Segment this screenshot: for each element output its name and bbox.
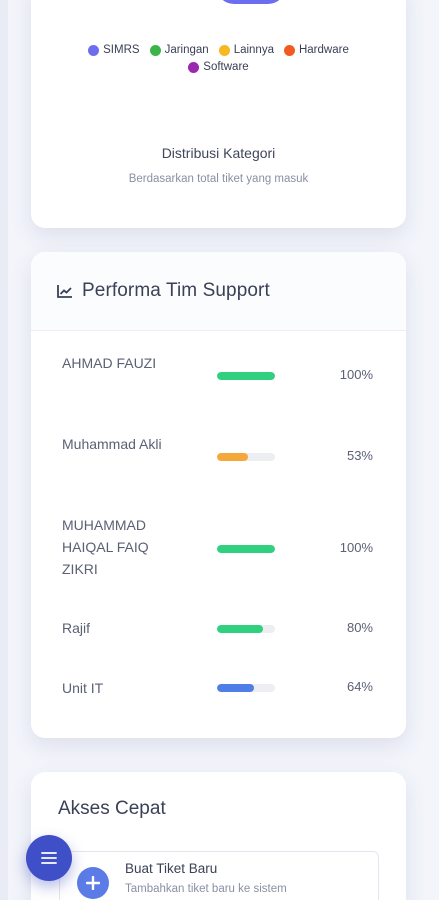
percent-value: 80%: [346, 620, 373, 635]
legend-dot: [88, 44, 100, 56]
percent-value: 64%: [346, 679, 373, 694]
legend-dot: [218, 44, 230, 56]
line-chart-icon: [57, 285, 72, 298]
legend-label: Hardware: [298, 44, 349, 56]
legend-item-software[interactable]: Software: [188, 61, 249, 73]
chart-subtitle: Berdasarkan total tiket yang masuk: [128, 173, 309, 185]
team-performance-card: Performa Tim Support AHMAD FAUZI 100% Mu…: [31, 252, 406, 738]
dashboard-page: SIMRS Jaringan Lainnya Hardware Software…: [0, 0, 439, 900]
card-title: Performa Tim Support: [82, 280, 270, 301]
menu-fab-button[interactable]: [26, 835, 72, 881]
progress-bar: [217, 625, 275, 633]
legend-item-jaringan[interactable]: Jaringan: [149, 44, 209, 56]
left-edge-strip: [0, 0, 8, 900]
progress-bar: [217, 453, 275, 461]
legend-dot: [283, 44, 295, 56]
category-distribution-card: SIMRS Jaringan Lainnya Hardware Software…: [31, 0, 406, 228]
progress-fill: [217, 453, 248, 461]
legend-dot: [188, 61, 200, 73]
donut-chart-edge: [216, 0, 286, 4]
member-name: MUHAMMAD HAIQAL FAIQ ZIKRI: [62, 517, 149, 577]
quick-access-card: Akses Cepat Buat Tiket Baru Tambahkan ti…: [31, 772, 406, 900]
progress-fill: [217, 545, 275, 553]
percent-value: 53%: [346, 448, 373, 463]
member-name: Rajif: [62, 620, 91, 636]
create-ticket-button[interactable]: Buat Tiket Baru Tambahkan tiket baru ke …: [59, 851, 379, 900]
quick-item-label: Buat Tiket Baru: [125, 861, 218, 876]
card-header: Performa Tim Support: [31, 252, 406, 331]
legend-item-simrs[interactable]: SIMRS: [88, 44, 140, 56]
legend-item-hardware[interactable]: Hardware: [283, 44, 349, 56]
progress-fill: [217, 372, 275, 380]
percent-value: 100%: [339, 367, 373, 382]
legend-label: SIMRS: [103, 44, 140, 56]
member-name: Unit IT: [62, 680, 104, 696]
chart-legend: SIMRS Jaringan Lainnya Hardware Software: [31, 44, 406, 73]
legend-label: Lainnya: [233, 44, 274, 56]
quick-item-description: Tambahkan tiket baru ke sistem: [125, 883, 287, 895]
legend-label: Software: [203, 61, 249, 73]
progress-bar: [217, 545, 275, 553]
progress-bar: [217, 684, 275, 692]
progress-bar: [217, 372, 275, 380]
member-name: Muhammad Akli: [62, 436, 162, 452]
member-name: AHMAD FAUZI: [62, 355, 157, 371]
legend-item-lainnya[interactable]: Lainnya: [218, 44, 274, 56]
plus-icon: [77, 867, 109, 899]
progress-fill: [217, 684, 255, 692]
legend-dot: [149, 44, 161, 56]
menu-icon: [41, 852, 57, 864]
percent-value: 100%: [339, 540, 373, 555]
chart-title: Distribusi Kategori: [161, 145, 276, 161]
progress-fill: [217, 625, 264, 633]
card-title: Akses Cepat: [58, 798, 166, 819]
legend-label: Jaringan: [164, 44, 209, 56]
